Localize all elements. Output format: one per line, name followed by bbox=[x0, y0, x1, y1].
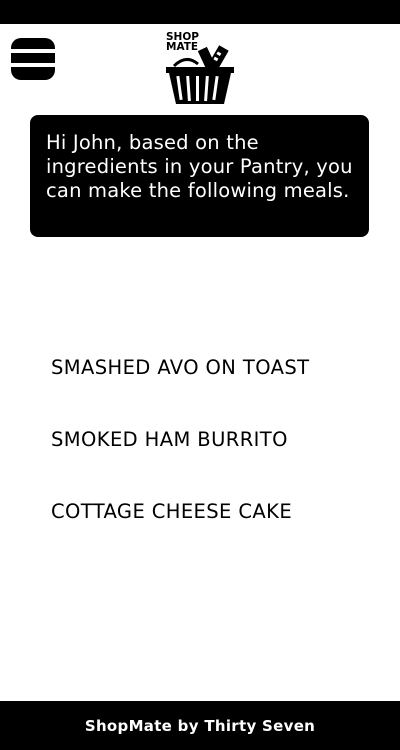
hamburger-menu-icon bbox=[11, 38, 55, 80]
footer-text: ShopMate by Thirty Seven bbox=[84, 716, 316, 735]
menu-button[interactable] bbox=[11, 38, 55, 80]
status-bar bbox=[0, 0, 400, 24]
pantry-message-text: Hi John, based on the ingredients in you… bbox=[46, 131, 353, 202]
pantry-message-bubble: Hi John, based on the ingredients in you… bbox=[30, 115, 369, 237]
footer: ShopMate by Thirty Seven bbox=[0, 701, 400, 750]
app-screen: SHOP MATE Hi John, based on the ingredie… bbox=[0, 0, 400, 750]
shopmate-logo: SHOP MATE bbox=[160, 30, 240, 106]
meal-item-smoked-ham-burrito[interactable]: SMOKED HAM BURRITO bbox=[51, 426, 288, 454]
meal-item-cottage-cheese-cake[interactable]: COTTAGE CHEESE CAKE bbox=[51, 498, 292, 526]
logo-text: SHOP MATE bbox=[166, 32, 199, 53]
meal-item-smashed-avo[interactable]: SMASHED AVO ON TOAST bbox=[51, 354, 309, 382]
logo-text-line2: MATE bbox=[166, 41, 199, 53]
